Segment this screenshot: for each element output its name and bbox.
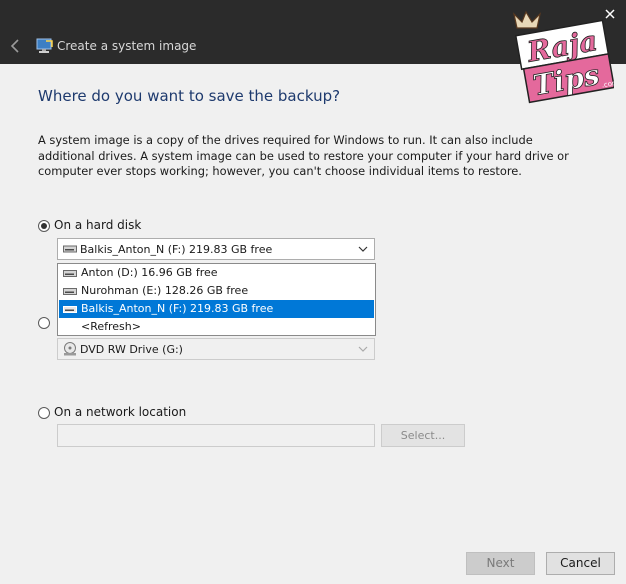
- hard-drive-icon: [63, 245, 77, 253]
- hard-drive-icon: [63, 306, 77, 313]
- dvd-select[interactable]: DVD RW Drive (G:): [57, 338, 375, 360]
- dvd-drive-icon: [64, 342, 76, 356]
- select-network-button[interactable]: Select...: [381, 424, 465, 447]
- dvd-radio[interactable]: [38, 317, 50, 329]
- backup-icon: [36, 38, 53, 53]
- hard-disk-radio[interactable]: [38, 220, 50, 232]
- chevron-down-icon: [358, 246, 368, 252]
- chevron-left-icon: [10, 39, 19, 53]
- dropdown-option[interactable]: Anton (D:) 16.96 GB free: [59, 264, 374, 282]
- cancel-button[interactable]: Cancel: [546, 552, 615, 575]
- rajatips-logo: Raja Tips .com: [512, 10, 614, 104]
- page-description: A system image is a copy of the drives r…: [38, 133, 569, 178]
- network-path-input[interactable]: [57, 424, 375, 447]
- hard-drive-icon: [63, 270, 77, 277]
- dropdown-option[interactable]: Nurohman (E:) 128.26 GB free: [59, 282, 374, 300]
- network-radio[interactable]: [38, 407, 50, 419]
- page-heading: Where do you want to save the backup?: [38, 87, 341, 105]
- chevron-down-icon: [358, 346, 368, 352]
- hard-drive-icon: [63, 288, 77, 295]
- window-title: Create a system image: [57, 39, 197, 53]
- next-button[interactable]: Next: [466, 552, 535, 575]
- dropdown-option-refresh[interactable]: <Refresh>: [59, 318, 374, 336]
- hard-disk-select[interactable]: Balkis_Anton_N (F:) 219.83 GB free: [57, 238, 375, 260]
- dropdown-option-selected[interactable]: Balkis_Anton_N (F:) 219.83 GB free: [59, 300, 374, 318]
- hard-disk-label[interactable]: On a hard disk: [54, 218, 141, 232]
- network-label[interactable]: On a network location: [54, 405, 186, 419]
- back-button[interactable]: [6, 34, 26, 58]
- dvd-selected-value: DVD RW Drive (G:): [80, 343, 183, 356]
- hard-disk-dropdown-list: Anton (D:) 16.96 GB free Nurohman (E:) 1…: [57, 263, 376, 336]
- hard-disk-selected-value: Balkis_Anton_N (F:) 219.83 GB free: [80, 243, 273, 256]
